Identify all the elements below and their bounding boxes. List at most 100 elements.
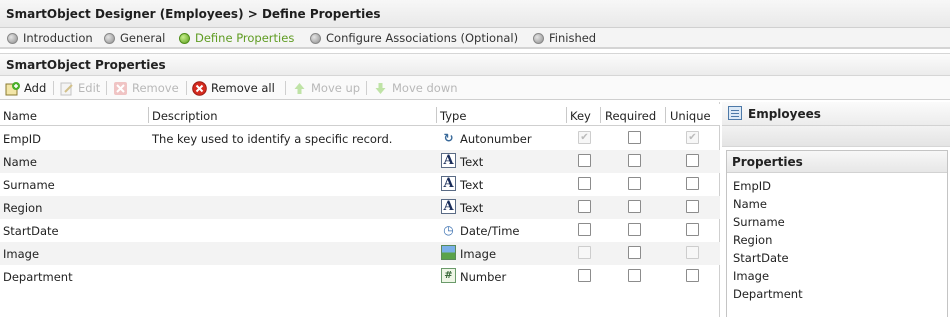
key-checkbox[interactable] [578,200,591,213]
key-checkbox[interactable]: ✔ [578,131,591,144]
autonumber-icon: ↻ [443,130,454,145]
unique-checkbox[interactable] [686,223,699,236]
key-checkbox[interactable] [578,223,591,236]
unique-checkbox[interactable] [686,269,699,282]
wizard-steps: Introduction General Define Properties C… [0,28,950,49]
property-type: Number [460,270,507,284]
property-list-item[interactable]: Image [733,269,769,283]
remove-icon [113,81,128,96]
step-label: Configure Associations (Optional) [326,31,519,45]
property-name: Surname [3,178,55,192]
step-introduction[interactable]: Introduction [7,30,93,46]
property-name: EmpID [3,132,42,146]
text-type-icon: A [441,199,456,214]
required-checkbox[interactable] [628,223,641,236]
key-checkbox[interactable] [578,246,591,259]
step-general[interactable]: General [104,30,165,46]
window-title-bar: SmartObject Designer (Employees) > Defin… [0,0,950,28]
step-status-icon [533,32,544,44]
property-description: The key used to identify a specific reco… [152,132,393,146]
table-row[interactable]: Department # Number [0,265,720,288]
step-label: Finished [549,31,597,45]
properties-list-header: Properties [727,151,947,173]
key-checkbox[interactable] [578,154,591,167]
image-type-icon [441,245,456,260]
move-down-button[interactable]: Move down [373,80,458,96]
column-header-name[interactable]: Name [3,109,37,123]
table-row[interactable]: Surname A Text [0,173,720,196]
property-list-item[interactable]: StartDate [733,251,789,265]
side-panel-header: Employees [722,102,950,126]
table-row[interactable]: Name A Text [0,150,720,173]
property-list-item[interactable]: Region [733,233,772,247]
table-row[interactable]: Image Image [0,242,720,265]
property-type: Image [460,247,497,261]
property-list-item[interactable]: Department [733,287,803,301]
step-status-icon [104,32,115,44]
step-status-icon [310,32,321,44]
property-type: Text [460,155,484,169]
unique-checkbox[interactable] [686,200,699,213]
required-checkbox[interactable] [628,131,641,144]
move-up-button[interactable]: Move up [292,80,360,96]
side-panel: Employees Properties EmpID Name Surname Reg… [722,102,950,317]
text-type-icon: A [441,176,456,191]
required-checkbox[interactable] [628,177,641,190]
properties-grid: Name Description Type Key Required Uniqu… [0,102,720,317]
key-checkbox[interactable] [578,269,591,282]
property-type: Date/Time [460,224,520,238]
window-title: SmartObject Designer (Employees) > Defin… [6,7,381,21]
table-row[interactable]: StartDate ◷ Date/Time [0,219,720,242]
column-header-unique[interactable]: Unique [670,109,711,123]
datetime-type-icon: ◷ [443,222,454,237]
required-checkbox[interactable] [628,154,641,167]
step-active-icon [179,32,190,44]
property-list-item[interactable]: EmpID [733,179,771,193]
step-status-icon [7,32,18,44]
remove-all-button[interactable]: Remove all [192,80,275,96]
properties-list-box: Properties EmpID Name Surname Region StartDa… [726,150,948,317]
key-checkbox[interactable] [578,177,591,190]
unique-checkbox[interactable] [686,246,699,259]
side-panel-subheader [722,126,950,147]
remove-button[interactable]: Remove [113,80,179,96]
edit-button[interactable]: Edit [59,80,100,96]
table-row[interactable]: Region A Text [0,196,720,219]
arrow-down-icon [373,81,388,96]
grid-header: Name Description Type Key Required Uniqu… [0,104,720,126]
add-button[interactable]: Add [5,80,46,96]
step-label: Define Properties [195,31,295,45]
property-name: Department [3,270,73,284]
column-header-key[interactable]: Key [570,109,591,123]
unique-checkbox[interactable] [686,154,699,167]
property-type: Autonumber [460,132,532,146]
property-list-item[interactable]: Surname [733,215,785,229]
number-type-icon: # [441,268,456,283]
property-type: Text [460,178,484,192]
property-list-item[interactable]: Name [733,197,767,211]
step-define-properties[interactable]: Define Properties [179,30,294,46]
property-name: Image [3,247,40,261]
unique-checkbox[interactable]: ✔ [686,131,699,144]
table-row[interactable]: EmpID The key used to identify a specific… [0,127,720,150]
step-finished[interactable]: Finished [533,30,596,46]
smartobject-icon [728,106,742,120]
property-name: Name [3,155,37,169]
column-header-type[interactable]: Type [440,109,466,123]
required-checkbox[interactable] [628,200,641,213]
required-checkbox[interactable] [628,269,641,282]
property-name: StartDate [3,224,59,238]
edit-icon [59,81,74,96]
unique-checkbox[interactable] [686,177,699,190]
properties-list-title: Properties [732,155,803,169]
section-header: SmartObject Properties [0,53,950,76]
column-header-description[interactable]: Description [152,109,218,123]
required-checkbox[interactable] [628,246,641,259]
property-name: Region [3,201,43,215]
text-type-icon: A [441,153,456,168]
remove-all-icon [192,80,207,96]
column-header-required[interactable]: Required [605,109,656,123]
property-type: Text [460,201,484,215]
side-panel-title: Employees [748,107,821,121]
step-configure-associations[interactable]: Configure Associations (Optional) [310,30,518,46]
